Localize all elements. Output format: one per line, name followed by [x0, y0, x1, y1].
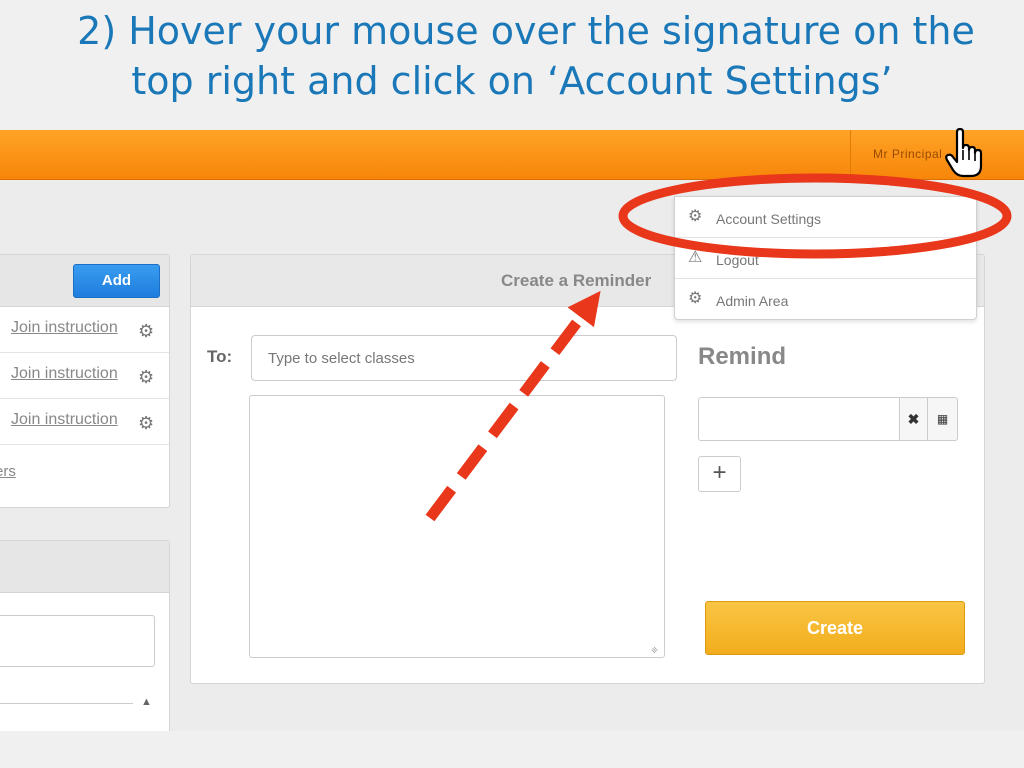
list-item: Join instruction ⚙ — [0, 353, 169, 399]
clear-date-button[interactable]: ✖ — [899, 397, 928, 441]
create-button[interactable]: Create — [705, 601, 965, 655]
top-navigation-bar: Mr Principal — [0, 130, 1024, 180]
account-dropdown-menu: ⚙ Account Settings ⚠ Logout ⚙ Admin Area — [674, 196, 977, 320]
slide-title: 2) Hover your mouse over the signature o… — [0, 6, 1024, 106]
plus-icon: + — [712, 459, 727, 486]
menu-item-label: Account Settings — [716, 211, 822, 227]
message-textarea[interactable] — [249, 395, 665, 658]
collapse-arrow-icon[interactable]: ▲ — [141, 696, 152, 708]
panel-title: Create a Reminder — [501, 271, 652, 290]
list-item: Join instruction ⚙ — [0, 307, 169, 353]
to-label: To: — [207, 347, 233, 366]
menu-item-label: Logout — [716, 252, 759, 268]
close-icon: ✖ — [907, 411, 920, 427]
add-class-button[interactable]: Add — [73, 264, 160, 298]
menu-item-account-settings[interactable]: ⚙ Account Settings — [675, 197, 976, 238]
gear-icon: ⚙ — [688, 208, 703, 225]
gear-icon: ⚙ — [688, 290, 703, 307]
gear-icon[interactable]: ⚙ — [138, 414, 154, 432]
add-reminder-time-button[interactable]: + — [698, 456, 741, 492]
app-screenshot: Mr Principal Add Join instruction ⚙ Join… — [0, 130, 1024, 731]
hand-cursor-icon — [945, 127, 985, 185]
classes-panel-header: Add — [0, 255, 169, 307]
list-item: Join instruction ⚙ — [0, 399, 169, 445]
slide-title-line-2: top right and click on ‘Account Settings… — [131, 59, 893, 103]
join-instruction-link[interactable]: Join instruction — [11, 365, 118, 383]
join-instruction-link[interactable]: Join instruction — [11, 411, 118, 429]
grid-icon: ▦ — [936, 412, 949, 426]
secondary-panel-header — [0, 541, 169, 593]
slide-title-line-1: 2) Hover your mouse over the signature o… — [77, 9, 975, 53]
recipient-classes-input[interactable] — [251, 335, 677, 381]
secondary-input[interactable] — [0, 615, 155, 667]
secondary-panel: ▲ — [0, 540, 170, 731]
menu-item-admin-area[interactable]: ⚙ Admin Area — [675, 279, 976, 320]
join-instruction-link[interactable]: Join instruction — [11, 319, 118, 337]
manage-members-link[interactable]: ers — [0, 463, 16, 480]
remind-label: Remind — [698, 343, 787, 370]
menu-item-label: Admin Area — [716, 293, 789, 309]
user-name[interactable]: Mr Principal — [873, 147, 942, 161]
divider — [0, 703, 133, 704]
calendar-button[interactable]: ▦ — [927, 397, 958, 441]
gear-icon[interactable]: ⚙ — [138, 322, 154, 340]
user-menu[interactable]: Mr Principal — [850, 130, 1024, 180]
remind-date-input[interactable] — [698, 397, 900, 441]
warning-icon: ⚠ — [688, 249, 703, 266]
menu-item-logout[interactable]: ⚠ Logout — [675, 238, 976, 279]
gear-icon[interactable]: ⚙ — [138, 368, 154, 386]
classes-panel: Add Join instruction ⚙ Join instruction … — [0, 254, 170, 508]
